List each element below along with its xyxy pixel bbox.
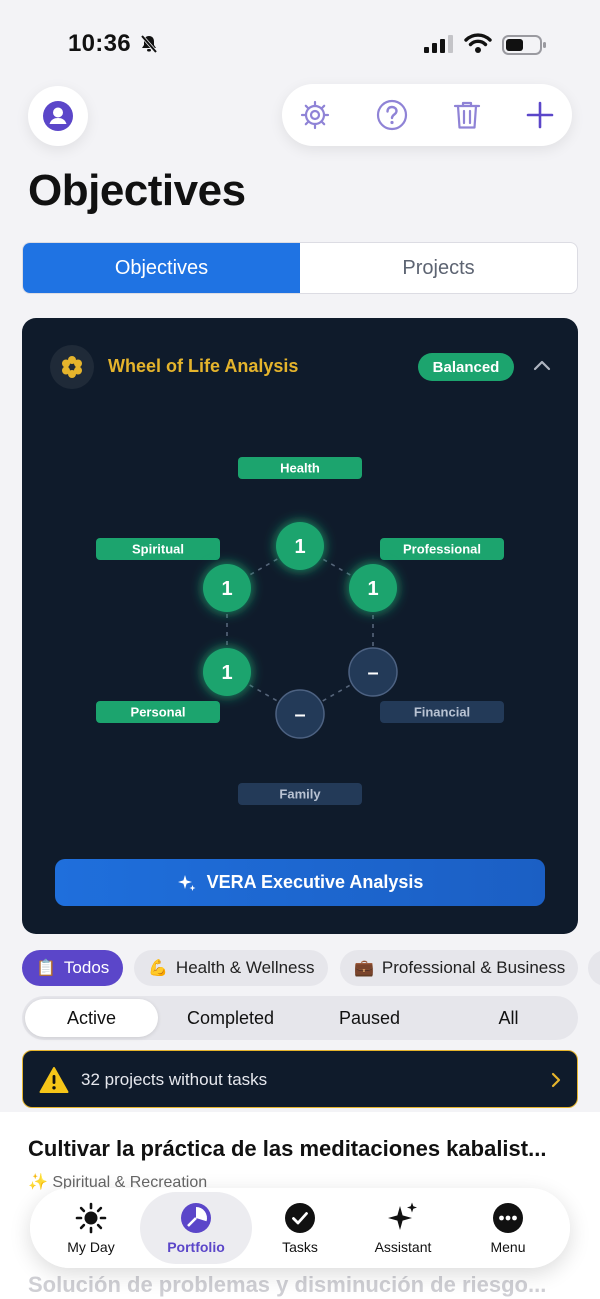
header-toolbar — [282, 84, 572, 146]
tab-label: My Day — [67, 1239, 115, 1255]
svg-text:Professional: Professional — [403, 542, 481, 557]
tab-label: Menu — [490, 1239, 526, 1255]
svg-text:Financial: Financial — [414, 705, 470, 720]
wheel-chart: Health Professional Financial Family Persona… — [96, 457, 504, 805]
trash-icon — [453, 101, 481, 129]
wheel-node-family[interactable]: – — [275, 689, 325, 739]
tab-objectives[interactable]: Objectives — [23, 243, 300, 293]
delete-button[interactable] — [449, 97, 485, 133]
wheel-node-financial[interactable]: – — [348, 647, 398, 697]
status-filter-control: Active Completed Paused All — [22, 996, 578, 1040]
tab-assistant[interactable]: Assistant — [347, 1192, 459, 1264]
add-button[interactable] — [522, 97, 558, 133]
project-title[interactable]: Cultivar la práctica de las meditaciones… — [28, 1136, 546, 1162]
chip-label: Health & Wellness — [175, 958, 315, 977]
svg-text:1: 1 — [221, 578, 232, 600]
chevron-right-icon — [551, 1072, 561, 1088]
svg-text:Personal: Personal — [131, 705, 186, 720]
settings-button[interactable] — [297, 97, 333, 133]
tab-label: Assistant — [374, 1239, 432, 1255]
svg-text:1: 1 — [221, 662, 232, 684]
vera-analysis-label: VERA Executive Analysis — [206, 872, 424, 892]
chip-more[interactable] — [588, 950, 600, 986]
chip-professional-business[interactable]: 💼 Professional & Business — [340, 950, 578, 986]
chip-todos[interactable]: 📋 Todos — [22, 950, 123, 986]
bell-muted-icon — [140, 34, 158, 54]
sparkles-icon — [388, 1202, 417, 1230]
sparkles-icon — [177, 874, 196, 891]
filter-paused[interactable]: Paused — [300, 999, 439, 1037]
clipboard-icon: 📋 — [36, 960, 56, 977]
profile-button[interactable] — [28, 86, 88, 146]
battery-icon — [502, 35, 546, 55]
flexed-biceps-icon: 💪 — [148, 960, 168, 977]
filter-active[interactable]: Active — [25, 999, 158, 1037]
page-title: Objectives — [28, 166, 246, 215]
svg-text:1: 1 — [367, 578, 378, 600]
tab-menu[interactable]: Menu — [452, 1192, 564, 1264]
help-button[interactable] — [374, 97, 410, 133]
svg-text:Spiritual: Spiritual — [132, 542, 184, 557]
wheel-of-life-card: Wheel of Life Analysis Balanced Health Pr… — [22, 318, 578, 934]
wheel-label-spiritual: Spiritual — [96, 538, 220, 560]
view-segmented-control: Objectives Projects — [22, 242, 578, 294]
category-chips: 📋 Todos 💪 Health & Wellness 💼 Profession… — [22, 950, 600, 986]
svg-text:–: – — [367, 662, 378, 684]
chip-label: Professional & Business — [381, 958, 566, 977]
svg-text:Health: Health — [280, 461, 320, 476]
svg-text:1: 1 — [294, 536, 305, 558]
ellipsis-circle-icon — [493, 1203, 523, 1233]
wheel-node-health[interactable]: 1 — [276, 522, 324, 570]
pie-chart-icon — [181, 1203, 211, 1233]
projects-warning-banner[interactable]: 32 projects without tasks — [22, 1050, 578, 1108]
wheel-node-personal[interactable]: 1 — [203, 648, 251, 696]
briefcase-icon: 💼 — [354, 960, 374, 977]
tab-label: Tasks — [282, 1239, 318, 1255]
bottom-tab-bar: My Day Portfolio Tasks Assistant Menu — [30, 1188, 570, 1268]
tab-portfolio[interactable]: Portfolio — [140, 1192, 252, 1264]
warning-text: 32 projects without tasks — [81, 1070, 268, 1089]
chip-label: Todos — [63, 958, 110, 977]
checkmark-circle-icon — [285, 1203, 315, 1233]
help-icon — [376, 99, 408, 131]
user-avatar-icon — [43, 101, 73, 131]
svg-text:Family: Family — [279, 787, 321, 802]
wheel-node-spiritual[interactable]: 1 — [203, 564, 251, 612]
gear-icon — [300, 100, 330, 130]
wheel-label-personal: Personal — [96, 701, 220, 723]
wheel-label-family: Family — [238, 783, 362, 805]
wifi-icon — [464, 33, 492, 53]
cellular-signal-icon — [424, 35, 453, 53]
sun-icon — [75, 1202, 107, 1234]
status-bar: 10:36 — [0, 0, 600, 88]
svg-text:–: – — [294, 704, 305, 726]
filter-completed[interactable]: Completed — [161, 999, 300, 1037]
vera-analysis-button[interactable]: VERA Executive Analysis — [55, 859, 545, 906]
wheel-label-professional: Professional — [380, 538, 504, 560]
wheel-label-financial: Financial — [380, 701, 504, 723]
tab-label: Portfolio — [167, 1239, 225, 1255]
tab-tasks[interactable]: Tasks — [244, 1192, 356, 1264]
chip-health-wellness[interactable]: 💪 Health & Wellness — [134, 950, 328, 986]
project-title[interactable]: Solución de problemas y disminución de r… — [28, 1272, 546, 1298]
wheel-label-health: Health — [238, 457, 362, 479]
warning-icon — [39, 1067, 69, 1093]
status-time: 10:36 — [68, 30, 131, 57]
filter-all[interactable]: All — [439, 999, 578, 1037]
wheel-node-professional[interactable]: 1 — [349, 564, 397, 612]
plus-icon — [526, 101, 554, 129]
tab-my-day[interactable]: My Day — [35, 1192, 147, 1264]
tab-projects[interactable]: Projects — [300, 243, 577, 293]
